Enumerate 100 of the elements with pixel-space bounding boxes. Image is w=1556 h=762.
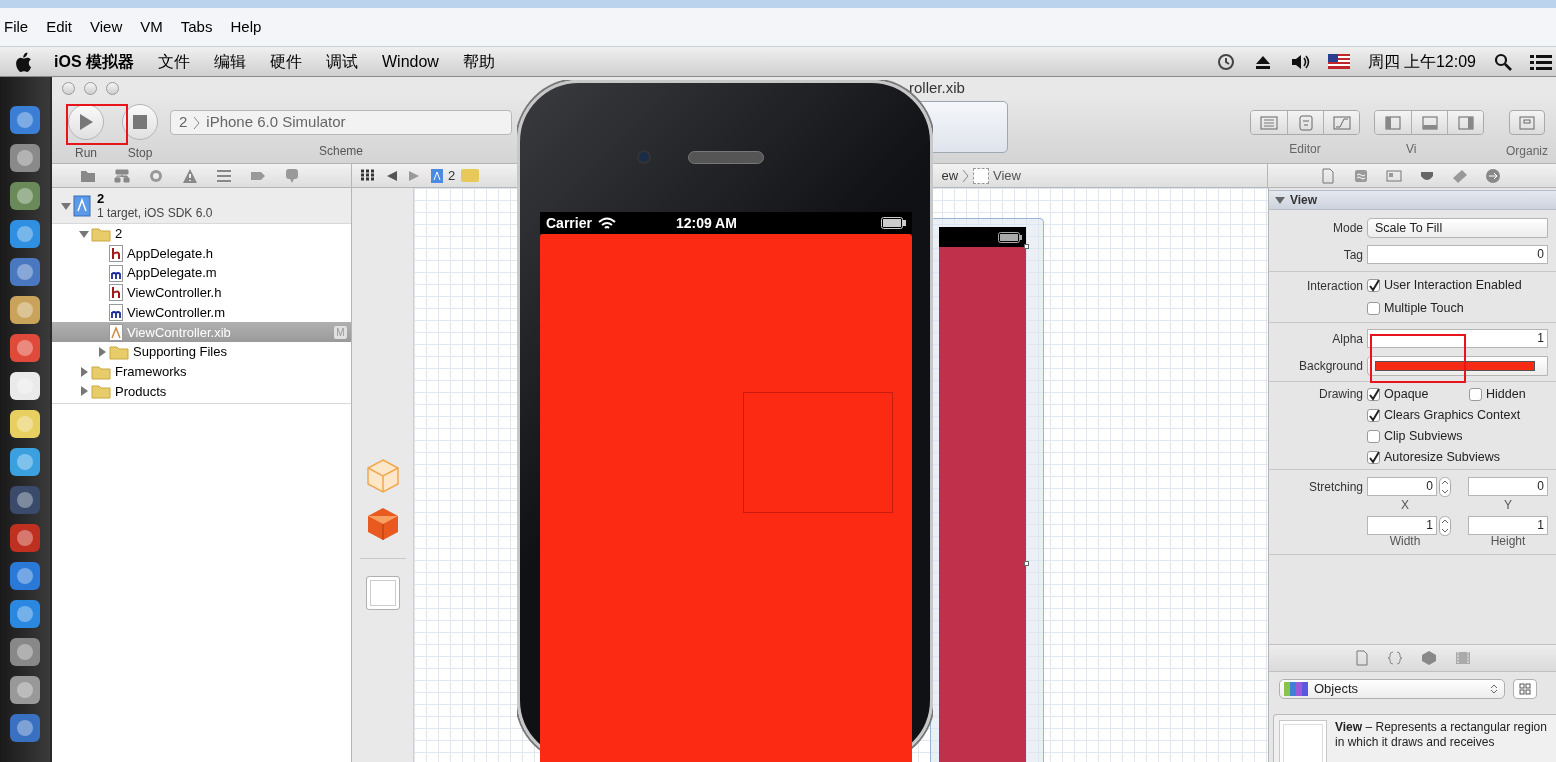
battery-icon [998, 231, 1022, 243]
y-field[interactable]: 0 [1468, 477, 1548, 496]
menu-item[interactable]: VM [140, 15, 163, 39]
app-menu[interactable]: iOS 模拟器 [54, 49, 134, 74]
menu-item[interactable]: Help [230, 15, 262, 39]
library-item[interactable]: View – Represents a rectangular region in which it draws and receives [1273, 714, 1556, 762]
breadcrumb-item[interactable]: 2 [448, 165, 456, 186]
resize-handle[interactable] [1024, 244, 1029, 249]
app-icon [9, 523, 41, 553]
field-label: Stretching [1308, 479, 1363, 494]
mode-popup[interactable]: Scale To Fill [1367, 217, 1548, 238]
checkbox[interactable] [1469, 387, 1482, 401]
field-label: Background [1298, 358, 1363, 373]
hierarchy-icon [114, 167, 130, 184]
menu-item[interactable]: Tabs [180, 15, 213, 39]
flag-icon [1327, 54, 1350, 69]
file-row[interactable]: Supporting Files [52, 342, 351, 362]
arrow-circle-icon [1485, 167, 1501, 184]
run-button[interactable] [68, 104, 104, 140]
menu-item[interactable]: 文件 [158, 49, 190, 74]
field-label: Alpha [1332, 331, 1363, 346]
folder-icon [91, 363, 111, 380]
file-row[interactable]: Frameworks [52, 361, 351, 382]
app-icon [9, 295, 41, 325]
check-icon [1367, 387, 1380, 401]
menu-item[interactable]: View [90, 15, 123, 39]
x-field[interactable]: 0 [1367, 477, 1437, 496]
project-subtitle: 1 target, iOS SDK 6.0 [97, 205, 213, 220]
app-icon [9, 485, 41, 515]
file-row[interactable]: 2 1 target, iOS SDK 6.0 [52, 188, 351, 224]
checkbox-label: Clip Subviews [1384, 427, 1463, 445]
window-control[interactable] [62, 82, 75, 95]
film-icon [1454, 651, 1471, 665]
view-button[interactable] [1411, 111, 1447, 134]
grid-icon [360, 168, 376, 183]
menubar-clock[interactable]: 周四 上午12:09 [1367, 49, 1476, 74]
file-row[interactable]: ViewController.h [52, 283, 351, 303]
window-control[interactable] [106, 82, 119, 95]
file-row[interactable]: AppDelegate.m [52, 263, 351, 284]
speech-bubble-icon [284, 167, 300, 184]
stop-button[interactable] [122, 104, 158, 140]
version-icon [1332, 115, 1351, 130]
checkbox[interactable] [1367, 450, 1380, 464]
clock-icon [1215, 51, 1236, 72]
menu-item[interactable]: File [4, 15, 29, 39]
width-field[interactable]: 1 [1367, 516, 1437, 535]
status-badge: M [334, 325, 347, 339]
id-card-icon [1386, 167, 1402, 184]
checkbox[interactable] [1367, 279, 1380, 292]
battery-icon [881, 217, 906, 229]
menu-item[interactable]: 帮助 [462, 49, 495, 74]
breadcrumb-item[interactable]: ew [941, 165, 959, 186]
stop-icon [133, 115, 147, 129]
toolbar-label: Stop [127, 145, 153, 162]
editor-button[interactable] [1323, 111, 1359, 134]
books-icon [1284, 681, 1310, 697]
file-row[interactable]: AppDelegate.h [52, 243, 351, 264]
editor-button[interactable] [1287, 111, 1323, 134]
color-well[interactable] [1367, 355, 1548, 376]
checkbox-label: Hidden [1486, 385, 1526, 403]
menu-item[interactable]: Window [382, 49, 439, 74]
tag-field[interactable]: 0 [1367, 245, 1548, 264]
objects-popup[interactable]: Objects [1279, 679, 1505, 699]
window-control[interactable] [84, 82, 97, 95]
menu-item[interactable]: 编辑 [214, 49, 246, 74]
menu-item[interactable]: 调试 [326, 49, 358, 74]
section-header[interactable]: View [1269, 190, 1556, 210]
check-icon [1367, 279, 1380, 292]
organizer-button[interactable] [1509, 110, 1545, 135]
menu-item[interactable]: Edit [46, 15, 73, 39]
checkbox[interactable] [1367, 302, 1380, 315]
file-row[interactable]: Products [52, 381, 351, 402]
project-icon [430, 167, 444, 184]
document-icon [1260, 115, 1278, 130]
height-field[interactable]: 1 [1468, 516, 1548, 535]
cube-icon [365, 506, 400, 542]
alpha-field[interactable]: 1 [1367, 329, 1548, 348]
checkbox[interactable] [1367, 387, 1380, 401]
app-icon [9, 409, 41, 439]
resize-handle[interactable] [1024, 561, 1029, 566]
breadcrumb-item[interactable]: View [993, 165, 1021, 186]
assistant-icon [1297, 114, 1314, 131]
view-button[interactable] [1447, 111, 1483, 134]
toolbar-label: Editor [1289, 141, 1321, 158]
carrier-label: Carrier [546, 213, 592, 233]
checkbox[interactable] [1367, 408, 1380, 422]
editor-button[interactable] [1251, 111, 1287, 134]
stepper-icon [1439, 476, 1451, 497]
scheme-popup[interactable]: 2 iPhone 6.0 Simulator [170, 110, 512, 135]
grid-view-button[interactable] [1513, 679, 1537, 699]
app-icon [9, 371, 41, 401]
file-row[interactable]: ViewController.m [52, 302, 351, 323]
checkbox[interactable] [1367, 429, 1380, 443]
header-file-icon [109, 284, 123, 302]
camera-icon [637, 150, 651, 164]
interface-file-icon [109, 323, 123, 341]
file-row[interactable]: 2 [52, 224, 351, 244]
menu-item[interactable]: 硬件 [270, 49, 302, 74]
view-button[interactable] [1375, 111, 1411, 134]
apple-icon [14, 51, 32, 72]
